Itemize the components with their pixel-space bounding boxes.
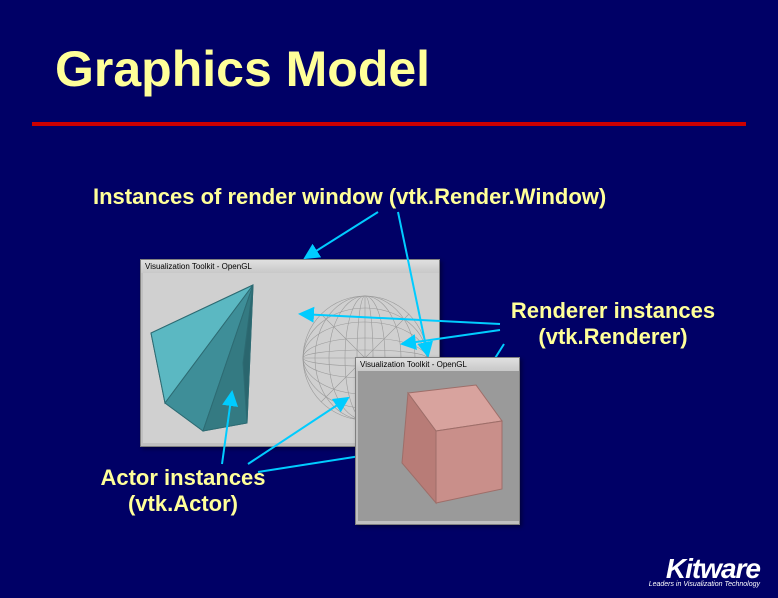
label-renderer: Renderer instances (vtk.Renderer) bbox=[498, 298, 728, 350]
cone-actor-icon bbox=[143, 273, 291, 443]
label-renderwindow: Instances of render window (vtk.Render.W… bbox=[93, 184, 606, 210]
cube-actor-icon bbox=[358, 371, 519, 521]
label-actor: Actor instances (vtk.Actor) bbox=[93, 465, 273, 517]
label-actor-line1: Actor instances bbox=[100, 465, 265, 490]
label-actor-line2: (vtk.Actor) bbox=[128, 491, 238, 516]
renderer-pane-left bbox=[143, 273, 291, 443]
label-renderer-line1: Renderer instances bbox=[511, 298, 715, 323]
logo-sub: Leaders in Visualization Technology bbox=[649, 581, 760, 588]
window-title-1: Visualization Toolkit - OpenGL bbox=[141, 260, 439, 273]
title-underline bbox=[32, 122, 746, 126]
render-window-2: Visualization Toolkit - OpenGL bbox=[355, 357, 520, 525]
label-renderer-line2: (vtk.Renderer) bbox=[538, 324, 687, 349]
window-title-2: Visualization Toolkit - OpenGL bbox=[356, 358, 519, 371]
render-area-2 bbox=[358, 371, 519, 521]
slide-title: Graphics Model bbox=[55, 40, 430, 98]
kitware-logo: Kitware Leaders in Visualization Technol… bbox=[649, 553, 760, 588]
